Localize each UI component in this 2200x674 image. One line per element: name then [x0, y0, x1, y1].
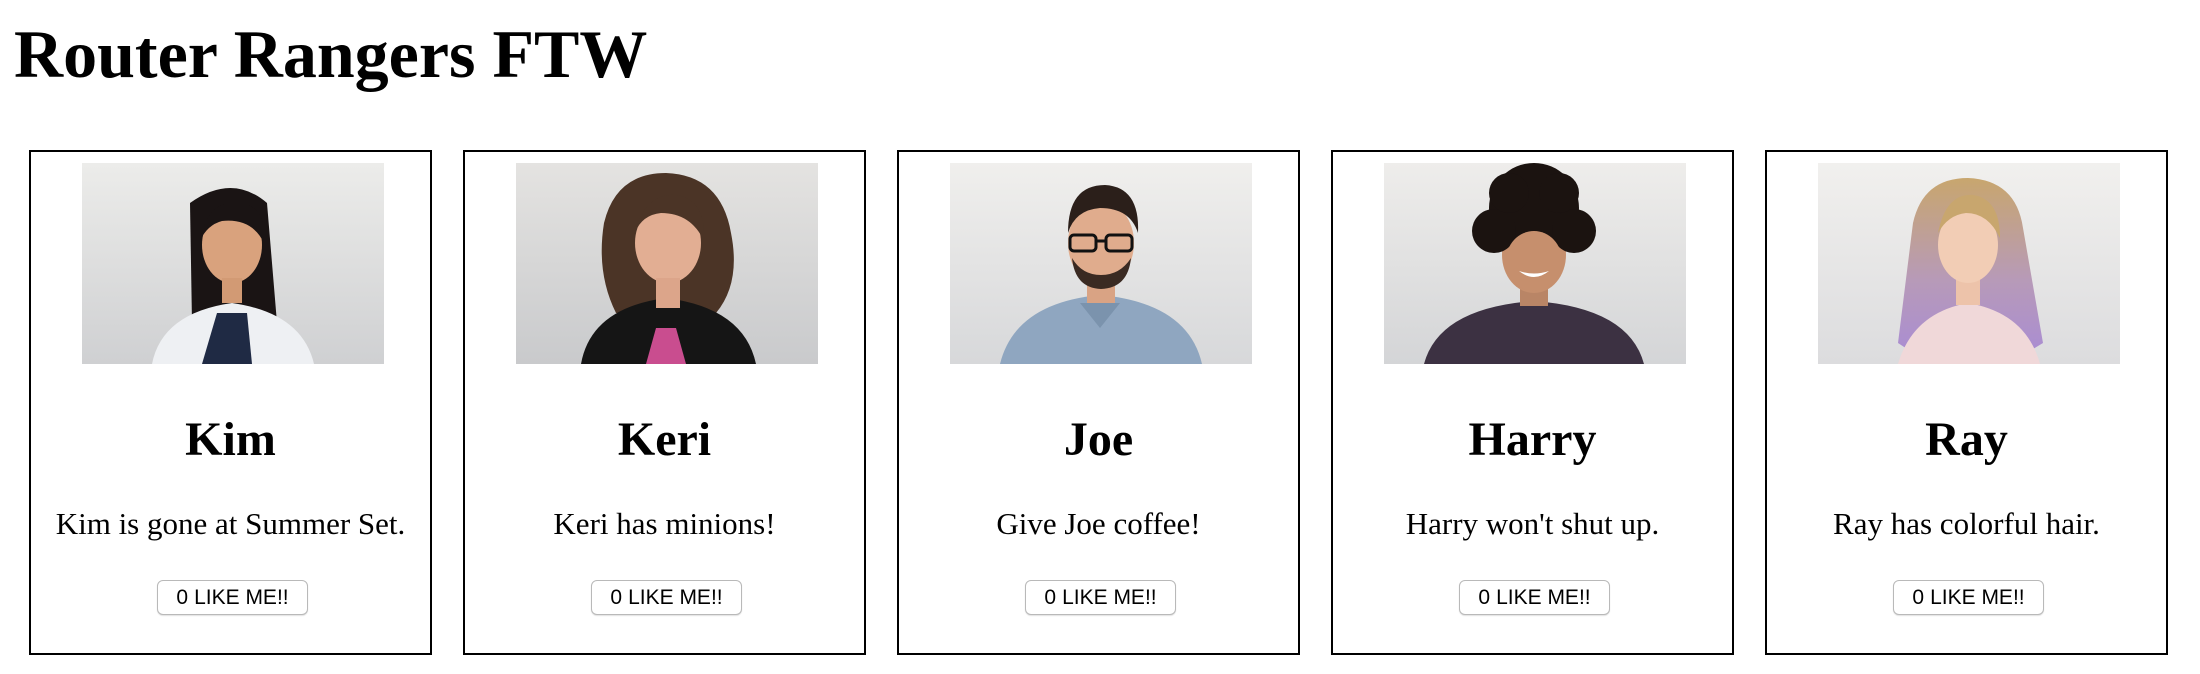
- card-name: Harry: [1468, 413, 1597, 466]
- like-button-label: LIKE ME!!: [194, 585, 289, 609]
- page-title: Router Rangers FTW: [14, 16, 648, 92]
- like-count: 0: [1478, 585, 1491, 609]
- like-count: 0: [1912, 585, 1925, 609]
- like-button-label: LIKE ME!!: [1062, 585, 1157, 609]
- like-count: 0: [176, 585, 189, 609]
- profile-card-harry: Harry Harry won't shut up. 0 LIKE ME!!: [1331, 150, 1734, 655]
- profile-photo-harry: [1384, 163, 1686, 364]
- like-button-ray[interactable]: 0 LIKE ME!!: [1893, 580, 2044, 615]
- card-name: Keri: [617, 413, 712, 466]
- profile-photo-joe: [950, 163, 1252, 364]
- card-description: Give Joe coffee!: [996, 506, 1201, 541]
- card-name: Joe: [1063, 413, 1134, 466]
- like-count: 0: [1044, 585, 1057, 609]
- profile-photo-ray: [1818, 163, 2120, 364]
- profile-card-keri: Keri Keri has minions! 0 LIKE ME!!: [463, 150, 866, 655]
- like-button-joe[interactable]: 0 LIKE ME!!: [1025, 580, 1176, 615]
- profile-photo-kim: [82, 163, 384, 364]
- profile-card-kim: Kim Kim is gone at Summer Set. 0 LIKE ME…: [29, 150, 432, 655]
- like-button-label: LIKE ME!!: [1496, 585, 1591, 609]
- card-description: Kim is gone at Summer Set.: [55, 506, 406, 541]
- like-button-label: LIKE ME!!: [1930, 585, 2025, 609]
- profile-card-joe: Joe Give Joe coffee! 0 LIKE ME!!: [897, 150, 1300, 655]
- like-button-keri[interactable]: 0 LIKE ME!!: [591, 580, 742, 615]
- card-name: Kim: [185, 413, 276, 466]
- like-button-harry[interactable]: 0 LIKE ME!!: [1459, 580, 1610, 615]
- like-button-label: LIKE ME!!: [628, 585, 723, 609]
- like-button-kim[interactable]: 0 LIKE ME!!: [157, 580, 308, 615]
- profile-photo-keri: [516, 163, 818, 364]
- profile-card-ray: Ray Ray has colorful hair. 0 LIKE ME!!: [1765, 150, 2168, 655]
- card-name: Ray: [1925, 413, 2008, 466]
- card-description: Keri has minions!: [553, 506, 776, 541]
- like-count: 0: [610, 585, 623, 609]
- card-description: Ray has colorful hair.: [1833, 506, 2100, 541]
- card-description: Harry won't shut up.: [1405, 506, 1660, 541]
